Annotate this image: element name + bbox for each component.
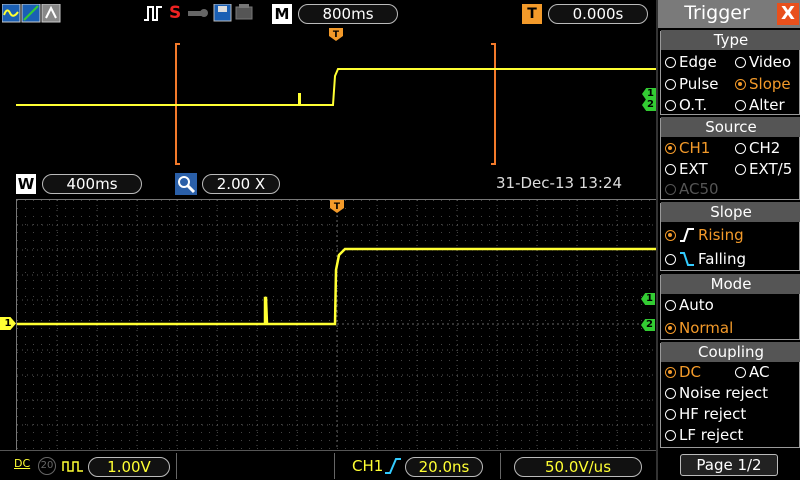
coupling-section-title: Coupling	[661, 342, 800, 362]
source-ch1-option[interactable]: CH1	[665, 139, 710, 157]
coupling-section: Coupling DC AC Noise reject HF reject LF…	[660, 342, 800, 448]
timebase-value[interactable]: 800ms	[298, 4, 398, 24]
zoom-right-bracket	[491, 43, 496, 165]
coupling-dc-option[interactable]: DC	[665, 363, 701, 381]
date-time-display: 31-Dec-13 13:24	[496, 174, 623, 192]
page-toggle-button[interactable]: Page 1/2	[680, 454, 778, 476]
coupling-noise-reject-option[interactable]: Noise reject	[665, 384, 768, 402]
window-timebase-label: W	[16, 174, 36, 194]
bandwidth-limit-icon: 20	[38, 457, 56, 475]
source-ch2-option[interactable]: CH2	[735, 139, 780, 157]
slope-rising-option[interactable]: Rising	[665, 226, 744, 244]
overview-waveform	[16, 68, 656, 106]
window-timebase-value[interactable]: 400ms	[42, 174, 142, 194]
overview-waveform-window[interactable]: T 1 2	[16, 28, 656, 169]
top-status-bar: S M 800ms T 0.000s	[0, 0, 656, 28]
run-state-icon	[144, 6, 162, 21]
zoom-factor-value[interactable]: 2.00 X	[202, 174, 280, 194]
slew-rate-value[interactable]: 50.0V/us	[514, 457, 642, 477]
type-alter-option[interactable]: Alter	[735, 96, 785, 114]
type-edge-option[interactable]: Edge	[665, 53, 717, 71]
type-slope-option[interactable]: Slope	[735, 75, 791, 93]
slope-time-value[interactable]: 20.0ns	[405, 457, 483, 477]
source-ext-option[interactable]: EXT	[665, 160, 708, 178]
coupling-hf-reject-option[interactable]: HF reject	[665, 405, 746, 423]
type-section-title: Type	[661, 30, 800, 50]
stop-status-letter: S	[169, 3, 182, 23]
source-ext5-option[interactable]: EXT/5	[735, 160, 792, 178]
display-mode-icons[interactable]	[2, 4, 62, 24]
overview-trigger-marker: T	[329, 28, 343, 41]
type-section: Type Edge Video Pulse Slope O.T. Alter	[660, 30, 800, 115]
mode-normal-option[interactable]: Normal	[665, 319, 733, 337]
invert-wave-icon	[62, 461, 83, 472]
dc-coupling-icon: DC	[14, 457, 31, 470]
type-pulse-option[interactable]: Pulse	[665, 75, 719, 93]
source-section: Source CH1 CH2 EXT EXT/5 AC50	[660, 117, 800, 200]
rising-edge-icon	[680, 228, 694, 242]
main-timebase-label: M	[272, 4, 292, 24]
mode-section-title: Mode	[661, 274, 800, 294]
trigger-offset-value[interactable]: 0.000s	[548, 4, 648, 24]
zoom-info-bar: W 400ms 2.00 X 31-Dec-13 13:24	[0, 170, 656, 198]
mode-auto-option[interactable]: Auto	[665, 296, 714, 314]
ch1-volts-per-div[interactable]: 1.00V	[88, 457, 170, 477]
ch1-ground-marker[interactable]: 1	[0, 317, 16, 330]
type-video-option[interactable]: Video	[735, 53, 791, 71]
zoom-magnifier-icon	[175, 173, 197, 195]
main-waveform-window[interactable]: T 1 2	[16, 199, 657, 451]
trigger-position-icon: T	[522, 4, 542, 24]
rising-slope-icon	[385, 458, 401, 474]
menu-title: Trigger	[684, 2, 750, 24]
svg-text:T: T	[334, 202, 341, 212]
main-grid-and-trace: T	[17, 200, 657, 451]
slope-section-title: Slope	[661, 202, 800, 222]
bottom-channel-bar: DC 20 1.00V CH1 20.0ns 50.0V/us	[0, 450, 656, 480]
trigger-source-label: CH1	[352, 457, 384, 475]
coupling-ac-option[interactable]: AC	[735, 363, 769, 381]
overview-trace: T	[16, 28, 656, 165]
mode-section: Mode Auto Normal	[660, 274, 800, 340]
source-section-title: Source	[661, 117, 800, 137]
storage-icons	[188, 4, 253, 22]
trigger-menu-panel: Trigger X Type Edge Video Pulse Slope O.…	[656, 0, 800, 480]
type-ot-option[interactable]: O.T.	[665, 96, 707, 114]
falling-edge-icon	[680, 252, 694, 266]
svg-text:T: T	[333, 30, 340, 40]
slope-falling-option[interactable]: Falling	[665, 250, 746, 268]
slope-section: Slope Rising Falling	[660, 202, 800, 271]
source-ac50-option: AC50	[665, 180, 719, 198]
menu-header: Trigger X	[658, 0, 800, 28]
close-menu-button[interactable]: X	[777, 3, 799, 25]
coupling-lf-reject-option[interactable]: LF reject	[665, 426, 743, 444]
